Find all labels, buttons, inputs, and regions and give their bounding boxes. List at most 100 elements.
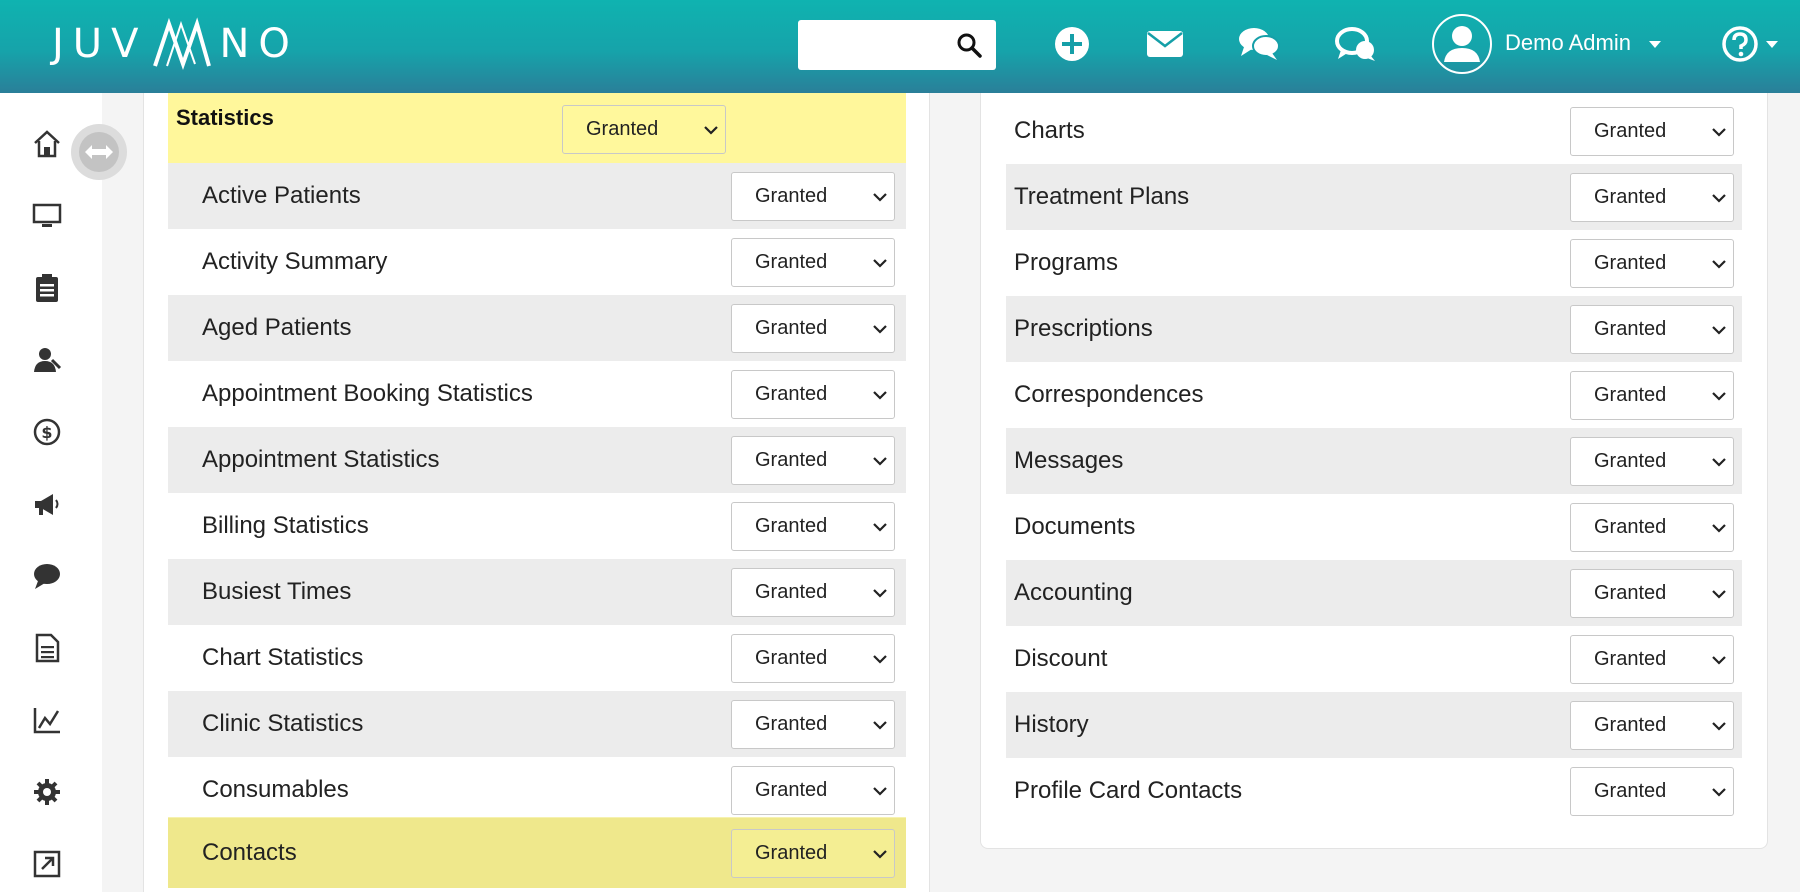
select-value: Granted — [1594, 648, 1667, 670]
select-value: Granted — [755, 581, 828, 603]
section-permission-select[interactable]: Granted — [562, 105, 726, 154]
permission-row: Documents Granted — [1006, 494, 1742, 560]
permission-label: Contacts — [202, 839, 297, 866]
section-header-statistics: Statistics Granted — [168, 93, 906, 163]
select-value: Granted — [586, 118, 659, 140]
permission-label: Chart Statistics — [202, 644, 364, 671]
logo-wave-icon — [153, 17, 212, 71]
juvonno-logo[interactable]: JUV NO — [52, 14, 299, 74]
permission-select[interactable]: Granted — [1570, 437, 1734, 486]
chevron-down-icon — [1712, 128, 1726, 137]
permission-select[interactable]: Granted — [1570, 371, 1734, 420]
permission-row: Prescriptions Granted — [1006, 296, 1742, 362]
chevron-down-icon — [873, 850, 887, 859]
permission-row: Correspondences Granted — [1006, 362, 1742, 428]
permission-select[interactable]: Granted — [1570, 305, 1734, 354]
search-icon[interactable] — [956, 32, 982, 58]
home-icon[interactable] — [28, 125, 66, 163]
chevron-down-icon — [873, 259, 887, 268]
permission-row: Discount Granted — [1006, 626, 1742, 692]
permission-label: Documents — [1014, 513, 1136, 540]
permission-select[interactable]: Granted — [731, 568, 895, 617]
permission-select[interactable]: Granted — [1570, 239, 1734, 288]
chevron-down-icon — [873, 655, 887, 664]
chevron-down-icon — [704, 126, 718, 135]
permission-label: Treatment Plans — [1014, 183, 1190, 210]
user-menu-caret-icon[interactable] — [1649, 41, 1661, 48]
add-icon[interactable] — [1050, 22, 1094, 66]
permission-select[interactable]: Granted — [731, 172, 895, 221]
permission-row: Charts Granted — [1006, 98, 1742, 164]
permission-row: Treatment Plans Granted — [1006, 164, 1742, 230]
logo-text-right: NO — [219, 21, 299, 67]
permission-label: Messages — [1014, 447, 1124, 474]
marketing-icon[interactable] — [28, 485, 66, 523]
chevron-down-icon — [1712, 260, 1726, 269]
search-input[interactable] — [804, 26, 948, 66]
permission-select[interactable]: Granted — [731, 238, 895, 287]
permission-row: Profile Card Contacts Granted — [1006, 758, 1742, 824]
billing-icon[interactable]: $ — [28, 413, 66, 451]
patients-icon[interactable] — [28, 341, 66, 379]
permission-select[interactable]: Granted — [731, 634, 895, 683]
permission-select[interactable]: Granted — [731, 370, 895, 419]
permission-select[interactable]: Granted — [731, 700, 895, 749]
permission-select[interactable]: Granted — [1570, 173, 1734, 222]
help-caret-icon[interactable] — [1766, 41, 1778, 48]
permission-select[interactable]: Granted — [731, 304, 895, 353]
permission-select[interactable]: Granted — [731, 829, 895, 878]
permission-select[interactable]: Granted — [731, 502, 895, 551]
section-title: Statistics — [176, 105, 274, 130]
chevron-down-icon — [1712, 656, 1726, 665]
permission-select[interactable]: Granted — [1570, 701, 1734, 750]
permission-label: Programs — [1014, 249, 1119, 276]
permission-row: History Granted — [1006, 692, 1742, 758]
right-permissions-panel: Charts Granted Treatment Plans Granted P… — [980, 93, 1768, 849]
sidebar-collapse-button[interactable] — [71, 124, 127, 180]
permission-row: Programs Granted — [1006, 230, 1742, 296]
clipboard-icon[interactable] — [28, 269, 66, 307]
chat-icon[interactable] — [1237, 22, 1281, 66]
chevron-down-icon — [1712, 458, 1726, 467]
permission-label: Discount — [1014, 645, 1108, 672]
permission-row: Appointment Statistics Granted — [168, 427, 906, 493]
mail-icon[interactable] — [1143, 22, 1187, 66]
document-icon[interactable] — [28, 629, 66, 667]
select-value: Granted — [755, 317, 828, 339]
chevron-down-icon — [1712, 590, 1726, 599]
search-box — [798, 20, 996, 70]
reports-icon[interactable] — [28, 701, 66, 739]
help-icon[interactable] — [1718, 22, 1762, 66]
permission-label: Charts — [1014, 117, 1085, 144]
permission-select[interactable]: Granted — [1570, 569, 1734, 618]
permission-select[interactable]: Granted — [731, 436, 895, 485]
permission-row: Billing Statistics Granted — [168, 493, 906, 559]
select-value: Granted — [755, 647, 828, 669]
permission-row: Messages Granted — [1006, 428, 1742, 494]
select-value: Granted — [755, 383, 828, 405]
select-value: Granted — [755, 713, 828, 735]
settings-icon[interactable] — [28, 773, 66, 811]
permission-select[interactable]: Granted — [1570, 635, 1734, 684]
permission-select[interactable]: Granted — [1570, 503, 1734, 552]
select-value: Granted — [1594, 318, 1667, 340]
permission-select[interactable]: Granted — [1570, 767, 1734, 816]
permission-label: Active Patients — [202, 182, 361, 209]
messages-icon[interactable] — [28, 557, 66, 595]
external-link-icon[interactable] — [28, 845, 66, 883]
user-menu-name[interactable]: Demo Admin — [1505, 28, 1631, 58]
monitor-icon[interactable] — [28, 197, 66, 235]
permission-select[interactable]: Granted — [1570, 107, 1734, 156]
permission-select[interactable]: Granted — [731, 766, 895, 815]
permission-label: Billing Statistics — [202, 512, 369, 539]
support-chat-icon[interactable] — [1334, 22, 1378, 66]
user-icon — [1444, 26, 1480, 62]
chevron-down-icon — [873, 787, 887, 796]
chevron-down-icon — [873, 589, 887, 598]
permission-label: Correspondences — [1014, 381, 1204, 408]
chevron-down-icon — [1712, 326, 1726, 335]
permission-label: Busiest Times — [202, 578, 352, 605]
avatar[interactable] — [1432, 14, 1492, 74]
chevron-down-icon — [873, 457, 887, 466]
top-header: JUV NO Demo Admin — [0, 0, 1800, 93]
